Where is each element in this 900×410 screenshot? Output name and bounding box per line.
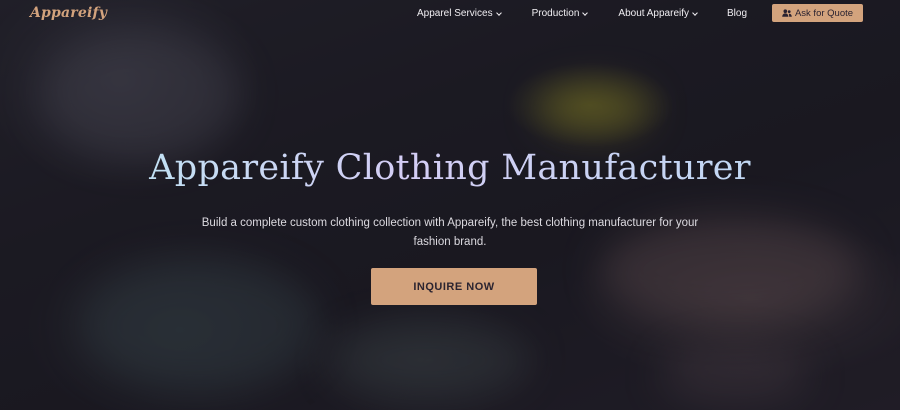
chevron-down-icon xyxy=(495,9,502,16)
inquire-now-button[interactable]: INQUIRE NOW xyxy=(371,268,537,305)
chevron-down-icon xyxy=(582,9,589,16)
chevron-down-icon xyxy=(692,9,698,16)
nav-item-label: About Appareify xyxy=(618,8,690,19)
nav-item-label: Apparel Services xyxy=(417,8,493,19)
nav-item-label: Production xyxy=(531,8,580,19)
top-navbar: Appareify Apparel Services Production Ab… xyxy=(0,0,900,28)
hero-overlay xyxy=(0,0,900,410)
nav-apparel-services[interactable]: Apparel Services xyxy=(417,8,502,19)
users-icon xyxy=(782,9,792,17)
nav-production[interactable]: Production xyxy=(531,8,589,19)
ask-for-quote-label: Ask for Quote xyxy=(794,7,854,19)
site-logo[interactable]: Appareify xyxy=(30,5,107,21)
nav-about-appareify[interactable]: About Appareify xyxy=(618,8,698,19)
hero-title: Appareify Clothing Manufacturer xyxy=(0,148,900,188)
nav-item-label: Blog xyxy=(727,8,748,19)
main-nav: Apparel Services Production About Appare… xyxy=(417,8,747,19)
ask-for-quote-button[interactable]: Ask for Quote xyxy=(772,4,863,22)
nav-blog[interactable]: Blog xyxy=(727,8,747,19)
hero-subtitle: Build a complete custom clothing collect… xyxy=(201,217,699,248)
